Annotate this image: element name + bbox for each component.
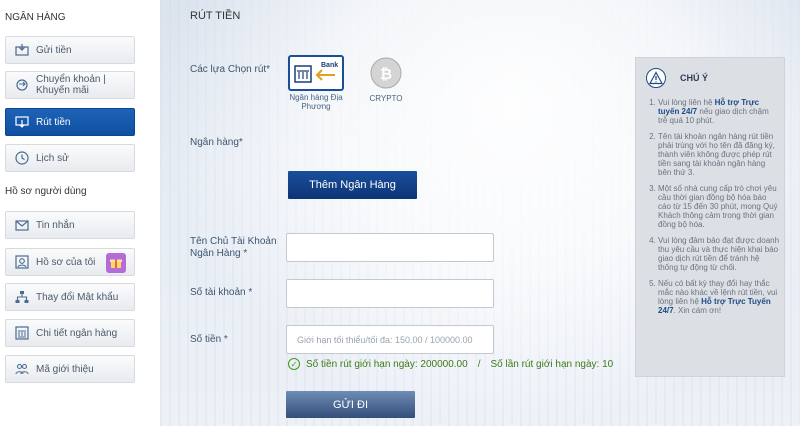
notice-title: CHÚ Ý [680, 73, 709, 83]
clock-icon [14, 150, 30, 166]
sidebar-item-label: Chuyển khoản | Khuyến mãi [36, 74, 106, 96]
sidebar-item-label: Tin nhắn [36, 219, 75, 231]
sidebar-item-history[interactable]: Lịch sử [5, 144, 135, 172]
mail-icon [14, 217, 30, 233]
bank-option-caption: Ngân hàng Địa Phương [289, 93, 343, 111]
notice-item: Vui lòng liên hệ Hỗ trợ Trực tuyến 24/7 … [658, 98, 780, 125]
referral-icon [14, 361, 30, 377]
sidebar-item-transfer[interactable]: Chuyển khoản | Khuyến mãi [5, 71, 135, 99]
bank-label: Ngân hàng* [190, 137, 243, 148]
sidebar-item-bank-details[interactable]: Chi tiết ngân hàng [5, 319, 135, 347]
notice-item: Một số nhà cung cấp trò chơi yêu cầu thờ… [658, 184, 780, 229]
amount-label: Số tiền * [190, 334, 228, 345]
bank-option-badge: Bank [321, 62, 338, 69]
local-bank-icon: Bank [294, 62, 338, 83]
notice-list: Vui lòng liên hệ Hỗ trợ Trực tuyến 24/7 … [646, 98, 780, 322]
sidebar-item-label: Hồ sơ của tôi [36, 256, 96, 268]
sidebar: NGÂN HÀNG Gửi tiền Chuyển khoản | Khuyến… [0, 0, 160, 426]
sidebar-item-label: Gửi tiền [36, 44, 72, 56]
main-content: RÚT TIỀN Các lựa Chọn rút* Bank Ngân hàn… [160, 0, 800, 426]
bank-icon [14, 325, 30, 341]
submit-button[interactable]: GỬI ĐI [286, 391, 415, 418]
sidebar-item-label: Rút tiền [36, 116, 71, 128]
notice-item: Vui lòng đảm bảo đạt được doanh thu yêu … [658, 236, 780, 272]
limit-separator: / [477, 358, 481, 370]
notice-panel: CHÚ Ý Vui lòng liên hệ Hỗ trợ Trực tuyến… [635, 57, 785, 377]
notice-header: CHÚ Ý [646, 68, 708, 88]
account-number-label: Số tài khoản * [190, 287, 253, 298]
sidebar-item-referral[interactable]: Mã giới thiệu [5, 355, 135, 383]
warning-icon [646, 68, 666, 88]
svg-text:₿: ₿ [380, 65, 392, 83]
crypto-option[interactable]: ₿ [358, 55, 414, 91]
sidebar-section-profile: Hồ sơ người dùng [5, 186, 87, 197]
page-title: RÚT TIỀN [190, 10, 241, 22]
gift-icon [106, 253, 126, 273]
account-number-input[interactable] [286, 279, 494, 308]
account-name-input[interactable] [286, 233, 494, 262]
hierarchy-icon [14, 289, 30, 305]
deposit-icon [14, 42, 30, 58]
daily-count-limit: Số lần rút giới hạn ngày: 10 [490, 358, 614, 370]
check-icon: ✓ [288, 358, 300, 370]
sidebar-item-profile[interactable]: Hồ sơ của tôi [5, 248, 135, 276]
crypto-option-caption: CRYPTO [369, 94, 403, 103]
add-bank-button[interactable]: Thêm Ngân Hàng [288, 171, 417, 199]
sidebar-item-label: Lịch sử [36, 152, 69, 164]
user-profile-icon [14, 254, 30, 270]
sidebar-section-bank: NGÂN HÀNG [5, 12, 66, 23]
sidebar-item-label: Thay đổi Mật khẩu [36, 291, 119, 303]
sidebar-item-change-password[interactable]: Thay đổi Mật khẩu [5, 283, 135, 311]
sidebar-item-label: Chi tiết ngân hàng [36, 327, 118, 339]
bank-option[interactable]: Bank [288, 55, 344, 91]
transfer-icon [14, 77, 30, 93]
notice-item: Nếu có bất kỳ thay đổi hay thắc mắc nào … [658, 279, 780, 315]
account-name-label: Tên Chủ Tài Khoản Ngân Hàng * [190, 236, 277, 259]
sidebar-item-deposit[interactable]: Gửi tiền [5, 36, 135, 64]
bitcoin-icon: ₿ [370, 57, 402, 89]
notice-item: Tên tài khoản ngân hàng rút tiền phải tr… [658, 132, 780, 177]
amount-input[interactable] [286, 325, 494, 354]
withdraw-icon [14, 114, 30, 130]
sidebar-item-withdraw[interactable]: Rút tiền [5, 108, 135, 136]
sidebar-item-messages[interactable]: Tin nhắn [5, 211, 135, 239]
daily-limits: ✓ Số tiền rút giới hạn ngày: 200000.00 /… [288, 358, 613, 370]
sidebar-item-label: Mã giới thiệu [36, 363, 94, 375]
daily-amount-limit: Số tiền rút giới hạn ngày: 200000.00 [306, 358, 468, 370]
withdraw-options-label: Các lựa Chọn rút* [190, 64, 271, 75]
